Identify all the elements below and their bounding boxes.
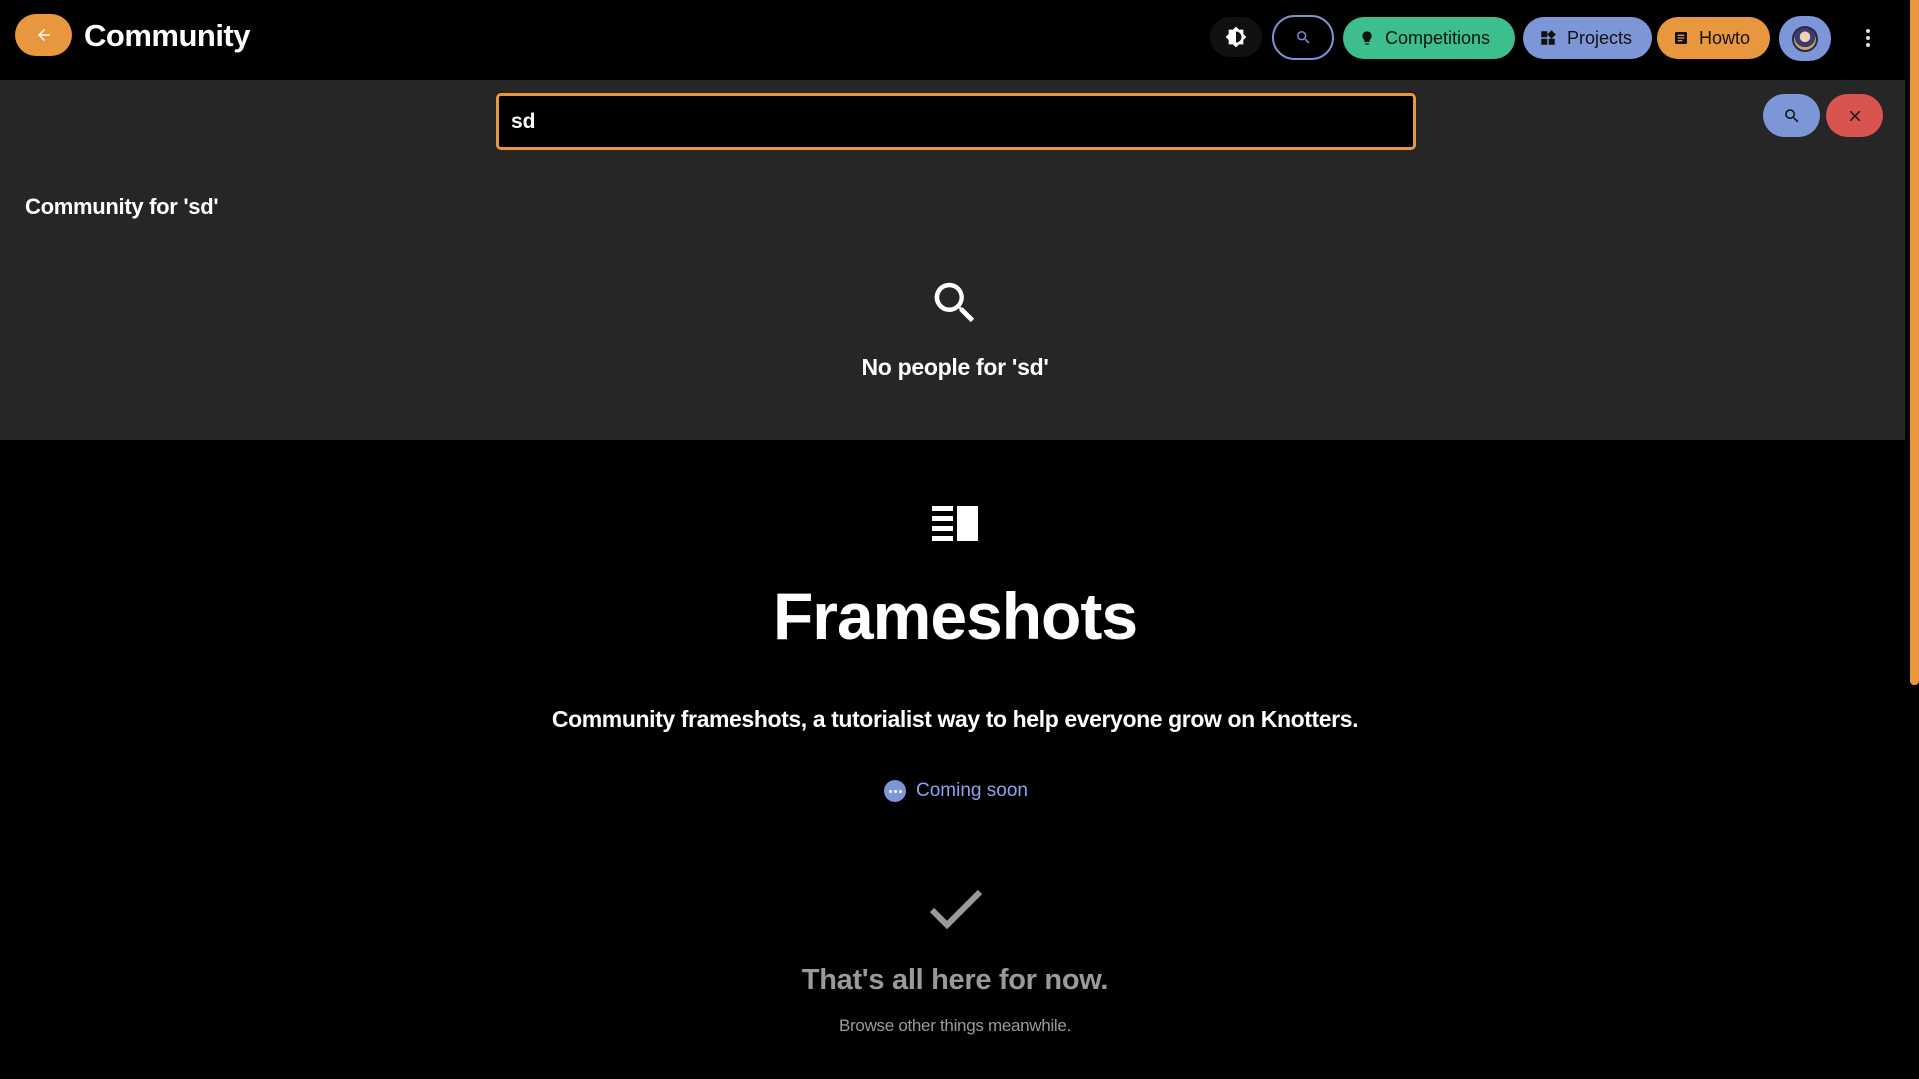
nav-howto-label: Howto [1699, 27, 1751, 48]
submit-search-button[interactable] [1763, 94, 1820, 137]
avatar [1792, 25, 1818, 52]
search-icon [1784, 108, 1798, 122]
end-of-content-subtitle: Browse other things meanwhile. [839, 1016, 1071, 1035]
nav-competitions-label: Competitions [1385, 27, 1491, 48]
frameshots-title: Frameshots [772, 579, 1138, 653]
more-vertical-icon [1866, 29, 1870, 33]
coming-soon-label: Coming soon [916, 780, 1028, 801]
search-icon [1296, 31, 1310, 44]
close-icon [1849, 110, 1860, 121]
top-app-bar: Community Competitions Projects Howto [0, 0, 1905, 80]
clear-search-button[interactable] [1826, 94, 1883, 137]
search-icon [934, 282, 975, 323]
coming-soon-status: Coming soon [884, 780, 1028, 802]
check-icon [929, 889, 983, 930]
nav-projects-label: Projects [1567, 27, 1633, 48]
theme-toggle-button[interactable] [1210, 17, 1262, 57]
search-panel: Community for 'sd' No people for 'sd' [0, 80, 1905, 440]
vertical-split-icon [932, 506, 978, 541]
user-avatar-button[interactable] [1779, 16, 1831, 61]
arrow-left-icon [37, 29, 50, 41]
article-icon [1675, 32, 1687, 44]
widgets-icon [1541, 30, 1556, 45]
nav-howto-button[interactable]: Howto [1657, 17, 1770, 59]
search-input[interactable] [496, 93, 1416, 150]
nav-competitions-button[interactable]: Competitions [1343, 17, 1515, 59]
more-menu-button[interactable] [1858, 22, 1878, 54]
search-toggle-button[interactable] [1272, 15, 1334, 60]
brightness-icon [1225, 26, 1247, 48]
nav-projects-button[interactable]: Projects [1523, 17, 1652, 59]
end-of-content-title: That's all here for now. [801, 964, 1109, 996]
back-button[interactable] [15, 14, 72, 56]
scrollbar-thumb[interactable] [1910, 0, 1919, 685]
empty-results-message: No people for 'sd' [861, 354, 1049, 380]
lightbulb-icon [1362, 31, 1372, 45]
frameshots-description: Community frameshots, a tutorialist way … [551, 706, 1359, 732]
page-title: Community [84, 18, 251, 53]
pending-icon [884, 780, 906, 802]
results-heading: Community for 'sd' [25, 194, 219, 219]
